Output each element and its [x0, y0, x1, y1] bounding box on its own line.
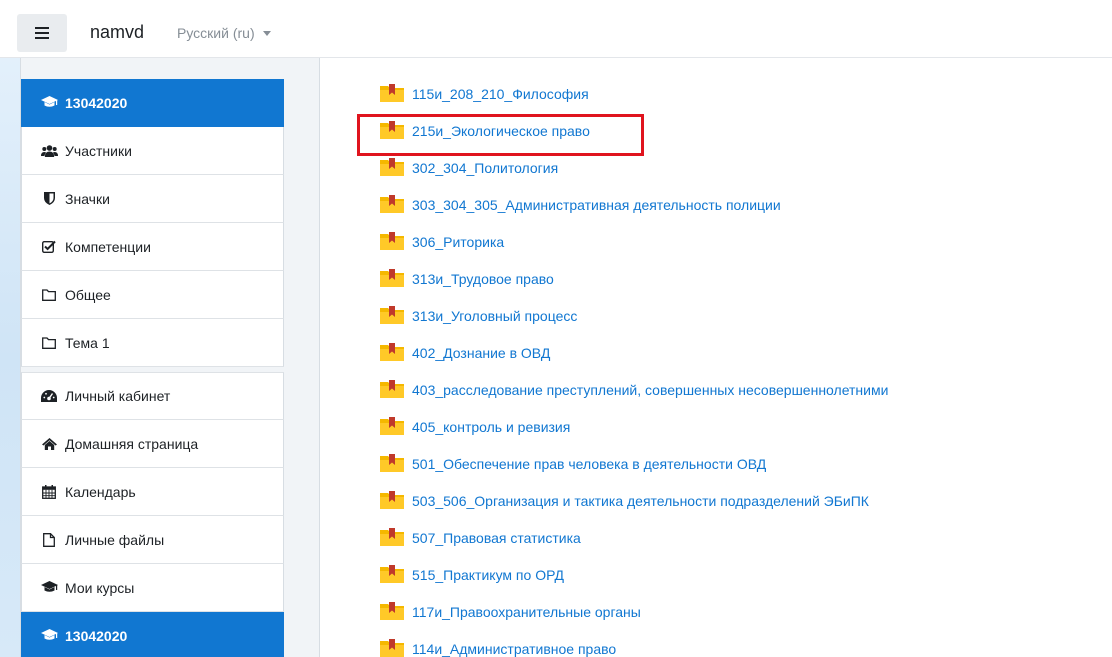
sidebar-item-label: 13042020 — [65, 627, 128, 644]
course-title: 215и_Экологическое право — [412, 123, 590, 139]
language-selector[interactable]: Русский (ru) — [177, 25, 271, 41]
file-icon — [40, 532, 58, 548]
sidebar-item-label: Личные файлы — [65, 531, 165, 548]
folder-icon — [380, 84, 404, 102]
course-title: 303_304_305_Административная деятельност… — [412, 197, 781, 213]
graduation-cap-icon — [40, 580, 58, 596]
course-link[interactable]: 515_Практикум по ОРД — [380, 565, 888, 604]
sidebar-item-label: Домашняя страница — [65, 435, 199, 452]
course-link[interactable]: 303_304_305_Административная деятельност… — [380, 195, 888, 234]
course-title: 403_расследование преступлений, совершен… — [412, 382, 889, 398]
course-title: 306_Риторика — [412, 234, 505, 250]
sidebar-item-home[interactable]: Домашняя страница — [21, 420, 284, 468]
course-title: 302_304_Политология — [412, 160, 559, 176]
sidebar-item-label: Календарь — [65, 483, 136, 500]
folder-icon — [380, 158, 404, 176]
folder-icon — [380, 417, 404, 435]
course-title: 117и_Правоохранительные органы — [412, 604, 641, 620]
course-link[interactable]: 115и_208_210_Философия — [380, 84, 888, 123]
course-link[interactable]: 403_расследование преступлений, совершен… — [380, 380, 889, 419]
background-strip — [0, 58, 20, 657]
course-title: 515_Практикум по ОРД — [412, 567, 564, 583]
sidebar-item-my-courses[interactable]: Мои курсы — [21, 564, 284, 612]
checkbox-icon — [40, 239, 58, 255]
course-list: 115и_208_210_Философия 215и_Экологическо… — [380, 84, 889, 657]
calendar-icon — [40, 484, 58, 500]
folder-icon — [380, 195, 404, 213]
course-title: 507_Правовая статистика — [412, 530, 581, 546]
folder-icon — [380, 639, 404, 657]
sidebar-nav: 13042020 Участники Значки Компетенции Об — [21, 79, 284, 657]
course-link[interactable]: 507_Правовая статистика — [380, 528, 888, 567]
course-title: 402_Дознание в ОВД — [412, 345, 551, 361]
graduation-cap-icon — [40, 628, 58, 644]
folder-icon — [380, 306, 404, 324]
users-icon — [40, 143, 58, 159]
folder-icon — [380, 491, 404, 509]
course-link[interactable]: 501_Обеспечение прав человека в деятельн… — [380, 454, 888, 493]
main-content: 115и_208_210_Философия 215и_Экологическо… — [321, 58, 1112, 657]
sidebar-item-competencies[interactable]: Компетенции — [21, 223, 284, 271]
sidebar-item-label: Компетенции — [65, 238, 151, 255]
course-title: 115и_208_210_Философия — [412, 86, 589, 102]
course-link[interactable]: 215и_Экологическое право — [380, 121, 888, 160]
hamburger-icon — [35, 27, 49, 39]
sidebar-item-dashboard[interactable]: Личный кабинет — [21, 372, 284, 420]
language-label: Русский (ru) — [177, 25, 255, 41]
site-name[interactable]: namvd — [90, 22, 144, 43]
course-title: 313и_Уголовный процесс — [412, 308, 578, 324]
caret-down-icon — [262, 30, 271, 36]
sidebar-item-label: Общее — [65, 286, 111, 303]
course-title: 405_контроль и ревизия — [412, 419, 571, 435]
folder-icon — [380, 565, 404, 583]
sidebar-item-label: Значки — [65, 190, 110, 207]
course-title: 501_Обеспечение прав человека в деятельн… — [412, 456, 767, 472]
sidebar-item-participants[interactable]: Участники — [21, 127, 284, 175]
folder-icon — [380, 602, 404, 620]
sidebar: 13042020 Участники Значки Компетенции Об — [20, 58, 320, 657]
dashboard-icon — [40, 388, 58, 404]
course-link[interactable]: 405_контроль и ревизия — [380, 417, 888, 456]
course-link[interactable]: 503_506_Организация и тактика деятельнос… — [380, 491, 888, 530]
course-link[interactable]: 306_Риторика — [380, 232, 888, 271]
course-link[interactable]: 313и_Трудовое право — [380, 269, 888, 308]
sidebar-item-label: Мои курсы — [65, 579, 135, 596]
folder-icon — [380, 528, 404, 546]
sidebar-item-label: Участники — [65, 142, 132, 159]
sidebar-item-label: Тема 1 — [65, 334, 110, 351]
sidebar-item-course-current[interactable]: 13042020 — [21, 612, 284, 657]
top-navbar: namvd Русский (ru) — [0, 0, 1112, 58]
course-link[interactable]: 313и_Уголовный процесс — [380, 306, 888, 345]
home-icon — [40, 436, 58, 452]
folder-icon — [380, 454, 404, 472]
sidebar-item-general[interactable]: Общее — [21, 271, 284, 319]
folder-icon — [380, 121, 404, 139]
folder-outline-icon — [40, 335, 58, 351]
course-link[interactable]: 402_Дознание в ОВД — [380, 343, 888, 382]
menu-toggle-button[interactable] — [17, 14, 67, 52]
sidebar-item-label: Личный кабинет — [65, 388, 171, 404]
folder-icon — [380, 269, 404, 287]
course-title: 503_506_Организация и тактика деятельнос… — [412, 493, 869, 509]
graduation-cap-icon — [40, 95, 58, 111]
folder-outline-icon — [40, 287, 58, 303]
sidebar-item-badges[interactable]: Значки — [21, 175, 284, 223]
sidebar-item-topic-1[interactable]: Тема 1 — [21, 319, 284, 367]
course-title: 313и_Трудовое право — [412, 271, 554, 287]
course-link[interactable]: 302_304_Политология — [380, 158, 888, 197]
sidebar-item-course[interactable]: 13042020 — [21, 79, 284, 127]
course-link[interactable]: 114и_Административное право — [380, 639, 888, 657]
folder-icon — [380, 232, 404, 250]
course-link[interactable]: 117и_Правоохранительные органы — [380, 602, 888, 641]
sidebar-item-private-files[interactable]: Личные файлы — [21, 516, 284, 564]
sidebar-item-calendar[interactable]: Календарь — [21, 468, 284, 516]
course-title: 114и_Административное право — [412, 641, 617, 657]
sidebar-item-label: 13042020 — [65, 94, 128, 111]
shield-icon — [40, 191, 58, 207]
folder-icon — [380, 343, 404, 361]
folder-icon — [380, 380, 404, 398]
